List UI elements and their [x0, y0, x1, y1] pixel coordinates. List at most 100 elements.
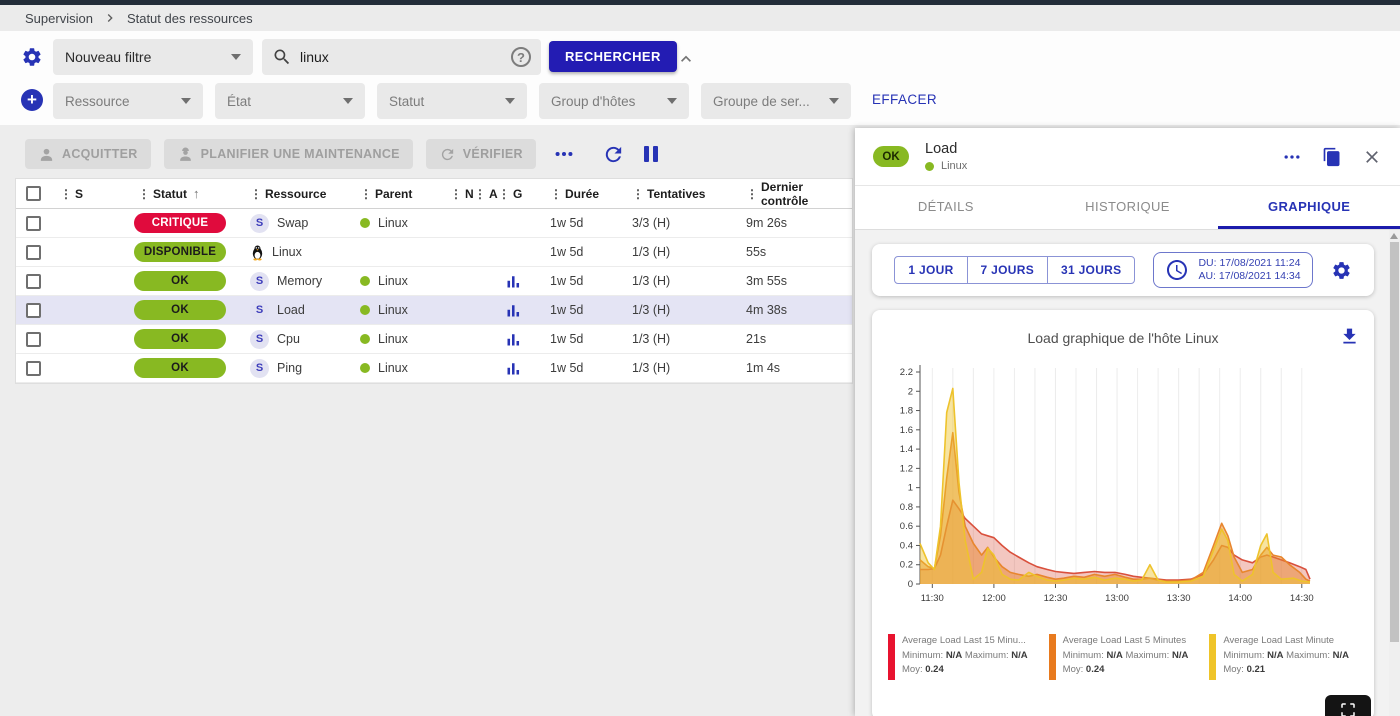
filter-settings-gear-icon[interactable] — [21, 46, 43, 68]
select-all-checkbox[interactable] — [26, 186, 41, 201]
table-row[interactable]: OKSPingLinux1w 5d1/3 (H)1m 4s — [16, 354, 852, 383]
svg-text:1: 1 — [908, 483, 913, 494]
svg-text:13:30: 13:30 — [1167, 593, 1191, 604]
filter-criteria-select[interactable]: Ressource — [53, 83, 203, 119]
refresh-list-icon[interactable] — [602, 143, 625, 166]
legend-item[interactable]: Average Load Last 15 Minu...Minimum: N/A… — [888, 634, 1037, 680]
tab-dtails[interactable]: DÉTAILS — [855, 186, 1037, 229]
column-header-n[interactable]: ⋮N — [444, 179, 468, 208]
svg-text:0.2: 0.2 — [900, 560, 913, 571]
drag-handle-icon[interactable]: ⋮ — [250, 187, 261, 201]
filter-criteria-select[interactable]: État — [215, 83, 365, 119]
tab-historique[interactable]: HISTORIQUE — [1037, 186, 1219, 229]
row-checkbox[interactable] — [26, 245, 41, 260]
parent-name[interactable]: Linux — [378, 361, 408, 375]
legend-item[interactable]: Average Load Last 5 MinutesMinimum: N/A … — [1049, 634, 1198, 680]
table-row[interactable]: OKSMemoryLinux1w 5d1/3 (H)3m 55s — [16, 267, 852, 296]
help-icon[interactable]: ? — [511, 47, 531, 67]
svg-text:0.4: 0.4 — [900, 540, 913, 551]
linux-penguin-icon — [250, 244, 265, 261]
pause-refresh-icon[interactable] — [644, 146, 658, 162]
table-row[interactable]: CRITIQUESSwapLinux1w 5d3/3 (H)9m 26s — [16, 209, 852, 238]
drag-handle-icon[interactable]: ⋮ — [746, 187, 757, 201]
drag-handle-icon[interactable]: ⋮ — [632, 187, 643, 201]
row-checkbox[interactable] — [26, 332, 41, 347]
resource-name[interactable]: Linux — [272, 245, 302, 259]
date-range-picker[interactable]: DU: 17/08/2021 11:24 AU: 17/08/2021 14:3… — [1153, 252, 1312, 288]
copy-link-icon[interactable] — [1322, 147, 1342, 167]
drag-handle-icon[interactable]: ⋮ — [474, 187, 485, 201]
resource-name[interactable]: Load — [277, 303, 305, 317]
maintenance-button[interactable]: PLANIFIER UNE MAINTENANCE — [164, 139, 413, 169]
parent-name[interactable]: Linux — [378, 274, 408, 288]
drag-handle-icon[interactable]: ⋮ — [450, 187, 461, 201]
chevron-down-icon — [829, 98, 839, 104]
filter-criteria-select[interactable]: Groupe de ser... — [701, 83, 851, 119]
column-header-tentatives[interactable]: ⋮Tentatives — [614, 179, 726, 208]
table-row[interactable]: OKSCpuLinux1w 5d1/3 (H)21s — [16, 325, 852, 354]
filter-criteria-select[interactable]: Statut — [377, 83, 527, 119]
parent-name[interactable]: Linux — [378, 332, 408, 346]
column-header-s[interactable]: ⋮S — [52, 179, 124, 208]
search-box[interactable]: ? — [262, 39, 541, 75]
sort-asc-icon[interactable]: ↑ — [193, 186, 200, 201]
drag-handle-icon[interactable]: ⋮ — [138, 187, 149, 201]
graph-icon[interactable] — [506, 332, 521, 347]
table-row[interactable]: OKSLoadLinux1w 5d1/3 (H)4m 38s — [16, 296, 852, 325]
resource-name[interactable]: Memory — [277, 274, 322, 288]
column-header-ressource[interactable]: ⋮Ressource — [236, 179, 352, 208]
parent-name[interactable]: Linux — [378, 216, 408, 230]
drag-handle-icon[interactable]: ⋮ — [498, 187, 509, 201]
download-icon[interactable] — [1339, 326, 1360, 347]
parent-name[interactable]: Linux — [378, 303, 408, 317]
search-button[interactable]: RECHERCHER — [549, 41, 677, 72]
column-header-dur-e[interactable]: ⋮Durée — [532, 179, 614, 208]
more-actions-icon[interactable] — [553, 143, 575, 165]
clear-filters-link[interactable]: EFFACER — [872, 92, 937, 107]
fullscreen-button[interactable] — [1325, 695, 1371, 716]
column-header-parent[interactable]: ⋮Parent — [352, 179, 444, 208]
service-chip: S — [250, 330, 269, 349]
column-header-statut[interactable]: ⋮Statut↑ — [124, 179, 236, 208]
range-button-1-jour[interactable]: 1 JOUR — [894, 256, 967, 284]
row-checkbox[interactable] — [26, 303, 41, 318]
table-row[interactable]: DISPONIBLELinux1w 5d1/3 (H)55s — [16, 238, 852, 267]
graph-icon[interactable] — [506, 274, 521, 289]
column-header-g[interactable]: ⋮G — [492, 179, 532, 208]
drag-handle-icon[interactable]: ⋮ — [360, 187, 371, 201]
check-button[interactable]: VÉRIFIER — [426, 139, 536, 169]
graph-settings-gear-icon[interactable] — [1331, 260, 1352, 281]
row-checkbox[interactable] — [26, 274, 41, 289]
last-check-cell: 55s — [726, 238, 846, 266]
range-button-7-jours[interactable]: 7 JOURS — [967, 256, 1048, 284]
legend-item[interactable]: Average Load Last MinuteMinimum: N/A Max… — [1209, 634, 1358, 680]
acknowledge-button[interactable]: ACQUITTER — [25, 139, 151, 169]
drag-handle-icon[interactable]: ⋮ — [60, 187, 71, 201]
panel-scrollbar[interactable] — [1389, 230, 1400, 716]
collapse-filters-chevron-up-icon[interactable] — [676, 49, 696, 69]
panel-more-icon[interactable] — [1282, 147, 1302, 167]
column-header-dernier-contr-le[interactable]: ⋮Dernier contrôle — [726, 179, 846, 208]
scrollbar-thumb[interactable] — [1390, 242, 1399, 642]
resource-name[interactable]: Cpu — [277, 332, 300, 346]
row-checkbox[interactable] — [26, 216, 41, 231]
graph-icon[interactable] — [506, 303, 521, 318]
resource-name[interactable]: Swap — [277, 216, 308, 230]
range-button-31-jours[interactable]: 31 JOURS — [1047, 256, 1135, 284]
graph-icon[interactable] — [506, 361, 521, 376]
filter-criteria-select[interactable]: Group d'hôtes — [539, 83, 689, 119]
column-header-a[interactable]: ⋮A — [468, 179, 492, 208]
filter-preset-select[interactable]: Nouveau filtre — [53, 39, 253, 75]
svg-text:13:00: 13:00 — [1105, 593, 1129, 604]
search-input[interactable] — [300, 49, 480, 65]
chart-card: Load graphique de l'hôte Linux 00.20.40.… — [872, 310, 1374, 716]
drag-handle-icon[interactable]: ⋮ — [550, 187, 561, 201]
resource-name[interactable]: Ping — [277, 361, 302, 375]
row-checkbox[interactable] — [26, 361, 41, 376]
panel-subtitle: Linux — [941, 160, 967, 172]
tab-graphique[interactable]: GRAPHIQUE — [1218, 186, 1400, 229]
breadcrumb-section[interactable]: Supervision — [25, 11, 93, 26]
add-filter-plus-icon[interactable]: + — [21, 89, 43, 111]
scrollbar-up-arrow-icon[interactable] — [1390, 233, 1398, 239]
close-panel-icon[interactable] — [1362, 147, 1382, 167]
